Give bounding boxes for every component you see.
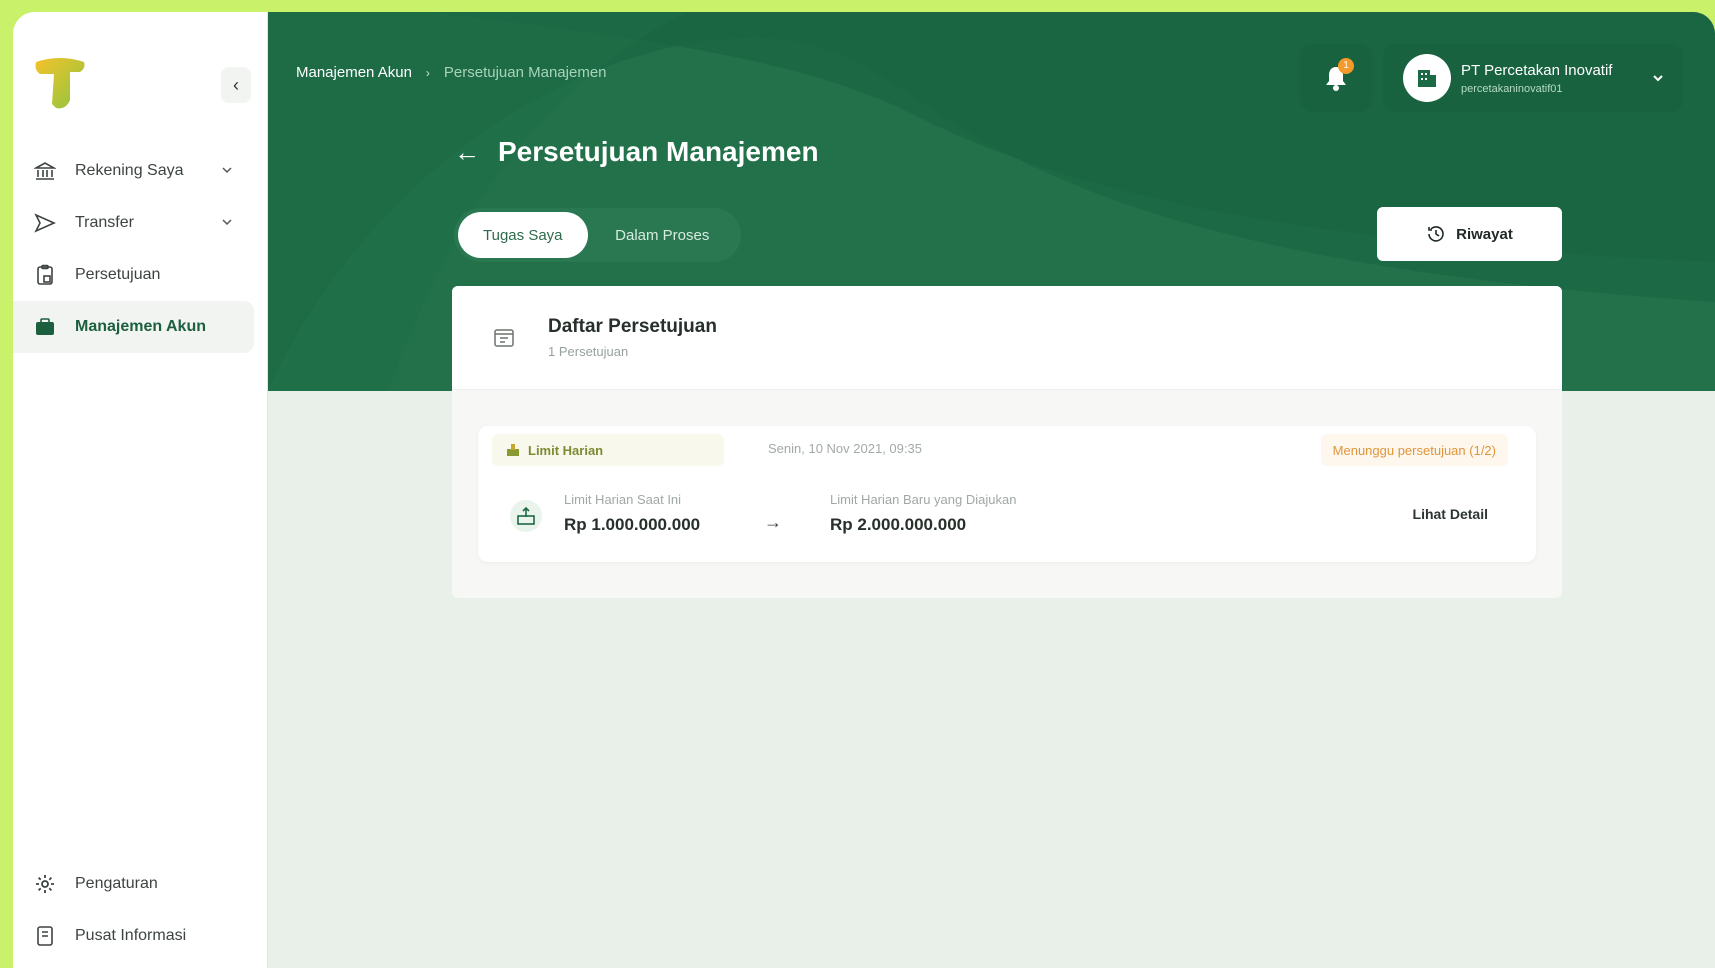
notification-badge: 1 <box>1338 58 1354 74</box>
avatar <box>1403 54 1451 102</box>
new-limit-value: Rp 2.000.000.000 <box>830 515 967 534</box>
app-window: ‹ Rekening Saya Transfer Persetujuan Man… <box>13 12 1715 968</box>
tab-dalam-proses[interactable]: Dalam Proses <box>588 212 737 258</box>
document-list-icon <box>494 328 514 347</box>
breadcrumb-current: Persetujuan Manajemen <box>443 64 607 81</box>
approval-count: 1 Persetujuan <box>548 344 629 359</box>
bank-icon <box>33 159 57 183</box>
sidebar-item-label: Manajemen Akun <box>75 318 206 335</box>
tab-group: Tugas Saya Dalam Proses <box>454 208 741 262</box>
clipboard-icon <box>33 263 57 287</box>
history-icon <box>1426 224 1446 244</box>
gear-icon <box>33 872 57 896</box>
current-limit: Limit Harian Saat Ini Rp 1.000.000.000 <box>564 492 700 535</box>
back-arrow-icon[interactable]: ← <box>454 139 480 165</box>
send-icon <box>33 211 57 235</box>
breadcrumb: Manajemen Akun › Persetujuan Manajemen <box>296 64 607 81</box>
limit-icon <box>507 444 519 456</box>
approval-item[interactable]: Limit Harian Senin, 10 Nov 2021, 09:35 M… <box>478 426 1536 562</box>
chevron-down-icon <box>222 219 232 226</box>
new-limit-label: Limit Harian Baru yang Diajukan <box>830 492 1017 507</box>
limit-increase-icon <box>510 500 542 532</box>
book-icon <box>33 924 57 948</box>
sidebar-item-persetujuan[interactable]: Persetujuan <box>13 249 254 301</box>
account-username: percetakaninovatif01 <box>1461 82 1563 95</box>
approval-item-meta: Limit Harian Senin, 10 Nov 2021, 09:35 M… <box>478 426 1536 474</box>
sidebar-item-label: Rekening Saya <box>75 162 184 179</box>
sidebar-item-transfer[interactable]: Transfer <box>13 197 254 249</box>
account-name: PT Percetakan Inovatif <box>1461 61 1613 79</box>
history-button-label: Riwayat <box>1456 225 1513 243</box>
sidebar-item-label: Pusat Informasi <box>75 927 187 944</box>
chevron-down-icon <box>222 167 232 174</box>
breadcrumb-item[interactable]: Manajemen Akun <box>296 64 412 81</box>
briefcase-icon <box>33 315 57 339</box>
page-title: Persetujuan Manajemen <box>498 136 819 167</box>
page-title-row: ← Persetujuan Manajemen <box>454 136 819 168</box>
current-limit-label: Limit Harian Saat Ini <box>564 492 682 507</box>
approval-type-tag: Limit Harian <box>492 434 724 466</box>
approval-list-card: Daftar Persetujuan 1 Persetujuan Limit H… <box>452 286 1562 598</box>
status-badge: Menunggu persetujuan (1/2) <box>1320 434 1508 466</box>
brand-logo <box>30 54 90 114</box>
arrow-right-icon: → <box>764 512 782 532</box>
sidebar: ‹ Rekening Saya Transfer Persetujuan Man… <box>13 12 268 968</box>
chevron-left-icon: ‹ <box>233 74 239 95</box>
sidebar-item-rekening-saya[interactable]: Rekening Saya <box>13 145 254 197</box>
sidebar-item-manajemen-akun[interactable]: Manajemen Akun <box>13 301 254 353</box>
history-button[interactable]: Riwayat <box>1377 207 1562 261</box>
sidebar-item-pusat-informasi[interactable]: Pusat Informasi <box>13 910 254 962</box>
notification-button[interactable]: 1 <box>1300 44 1372 112</box>
view-detail-link[interactable]: Lihat Detail <box>1413 506 1488 522</box>
sidebar-item-pengaturan[interactable]: Pengaturan <box>13 858 254 910</box>
collapse-sidebar-button[interactable]: ‹ <box>221 67 251 103</box>
building-icon <box>1418 70 1436 87</box>
approval-date: Senin, 10 Nov 2021, 09:35 <box>768 441 922 456</box>
sidebar-item-label: Persetujuan <box>75 266 161 283</box>
card-title: Daftar Persetujuan <box>548 316 717 337</box>
card-header: Daftar Persetujuan 1 Persetujuan <box>452 286 1562 390</box>
new-limit: Limit Harian Baru yang Diajukan Rp 2.000… <box>830 492 1016 535</box>
current-limit-value: Rp 1.000.000.000 <box>564 515 701 534</box>
chevron-right-icon: › <box>425 65 430 80</box>
sidebar-item-label: Transfer <box>75 214 134 231</box>
account-menu[interactable]: PT Percetakan Inovatif percetakaninovati… <box>1383 44 1683 112</box>
tab-tugas-saya[interactable]: Tugas Saya <box>458 212 588 258</box>
sidebar-item-label: Pengaturan <box>75 875 158 892</box>
approval-type-label: Limit Harian <box>528 442 604 458</box>
chevron-down-icon <box>1653 75 1663 82</box>
